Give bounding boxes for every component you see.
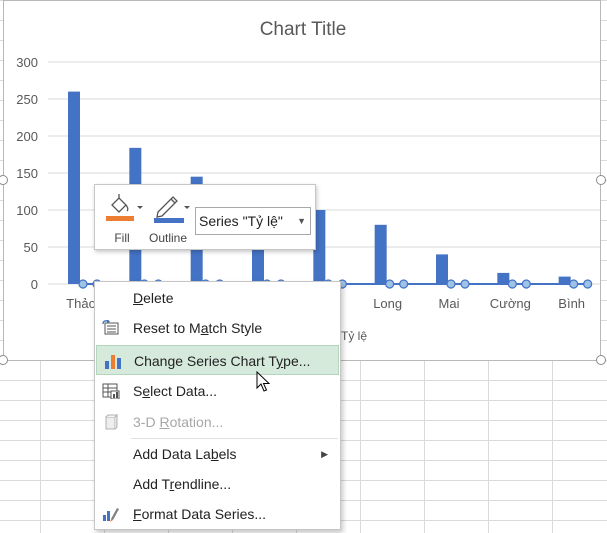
line-point-17 [583,279,593,289]
menu-item-format-data-series[interactable]: Format Data Series... [95,499,340,529]
outline-label: Outline [148,231,188,245]
reset-style-icon [102,320,119,335]
y-tick-label: 150 [16,166,38,181]
context-menu: Delete Reset to Match Style Change Serie… [94,281,341,530]
menu-label-reset-post: tch Style [208,320,263,336]
menu-label-reset-key: a [200,320,209,336]
menu-label-reset-pre: Reset to M [133,320,201,336]
format-series-icon [103,508,119,522]
menu-item-3d-rotation[interactable]: 3-D Rotation... [95,407,340,437]
line-point-12 [446,279,456,289]
menu-label-labels-key: b [210,446,219,462]
line-point-0 [78,279,88,289]
y-tick-label: 100 [16,203,38,218]
chart-title: Chart Title [260,19,347,40]
bar-8 [558,276,571,284]
bar-chart-icon [105,355,121,369]
mouse-cursor-icon [256,371,270,392]
cube-icon [105,414,119,430]
format-mini-toolbar: Fill Outline Series "Tỷ lệ" ▼ [94,184,316,250]
menu-label-rotation-key: R [159,414,170,430]
y-tick-label: 50 [24,240,38,255]
x-tick-label: Bình [558,296,585,311]
line-point-16 [569,279,579,289]
resize-handle-bottom-right[interactable] [596,355,606,365]
menu-label-trend-post: endline... [174,476,232,492]
bar-6 [436,254,448,284]
x-tick-label: Cường [490,296,531,311]
pen-outline-icon [154,196,190,223]
bar-7 [497,272,510,284]
menu-label-delete-key: D [133,290,144,306]
menu-label-labels-pre: Add Data La [133,446,211,462]
outline-button[interactable]: Outline [146,191,190,247]
submenu-arrow-icon: ▶ [321,449,328,459]
fill-button[interactable]: Fill [100,191,144,247]
menu-label-format-post: ormat Data Series... [141,506,267,522]
menu-label-select-pre: S [133,383,143,399]
legend-entry-label: Tỷ lệ [341,329,367,343]
menu-label-change-pre: Change Series Chart T [134,353,277,369]
menu-label-labels-post: els [218,446,237,462]
menu-label-format-key: F [133,506,142,522]
menu-label-change-post: pe... [283,353,311,369]
line-point-14 [507,279,517,289]
series-selector-value: Series "Tỷ lệ" [199,213,283,229]
bar-5 [374,224,387,284]
menu-item-select-data[interactable]: Select Data... [95,376,340,406]
menu-label-trend-pre: Add T [133,476,170,492]
y-tick-label: 300 [16,55,38,70]
resize-handle-right[interactable] [596,175,606,185]
y-tick-label: 250 [16,92,38,107]
menu-label-rotation-post: otation... [169,414,224,430]
menu-item-add-data-labels[interactable]: Add Data Labels ▶ [95,439,340,469]
x-tick-label: Thảo [66,296,96,311]
menu-label-delete-post: elete [143,290,174,306]
menu-label-select-key: e [142,383,151,399]
menu-item-add-trendline[interactable]: Add Trendline... [95,469,340,499]
line-point-15 [521,279,531,289]
paint-bucket-icon [106,194,143,221]
menu-item-change-series-chart-type[interactable]: Change Series Chart Type... [96,345,339,375]
y-tick-label: 200 [16,129,38,144]
fill-color-swatch [106,216,134,221]
fill-label: Fill [114,231,130,245]
x-tick-label: Long [373,296,402,311]
line-point-10 [385,279,395,289]
bar-0 [68,91,80,284]
outline-color-swatch [154,218,184,223]
x-tick-label: Mai [439,296,460,311]
menu-item-reset-to-match-style[interactable]: Reset to Match Style [95,313,340,343]
menu-label-rotation-pre: 3-D [133,414,160,430]
select-data-icon [102,383,120,399]
chevron-down-icon: ▼ [297,216,306,226]
line-point-11 [399,279,409,289]
series-selector-dropdown[interactable]: Series "Tỷ lệ" ▼ [195,207,311,235]
menu-item-delete[interactable]: Delete [95,283,340,313]
menu-label-select-post: lect Data... [150,383,218,399]
y-tick-label: 0 [31,277,38,292]
line-point-13 [460,279,470,289]
